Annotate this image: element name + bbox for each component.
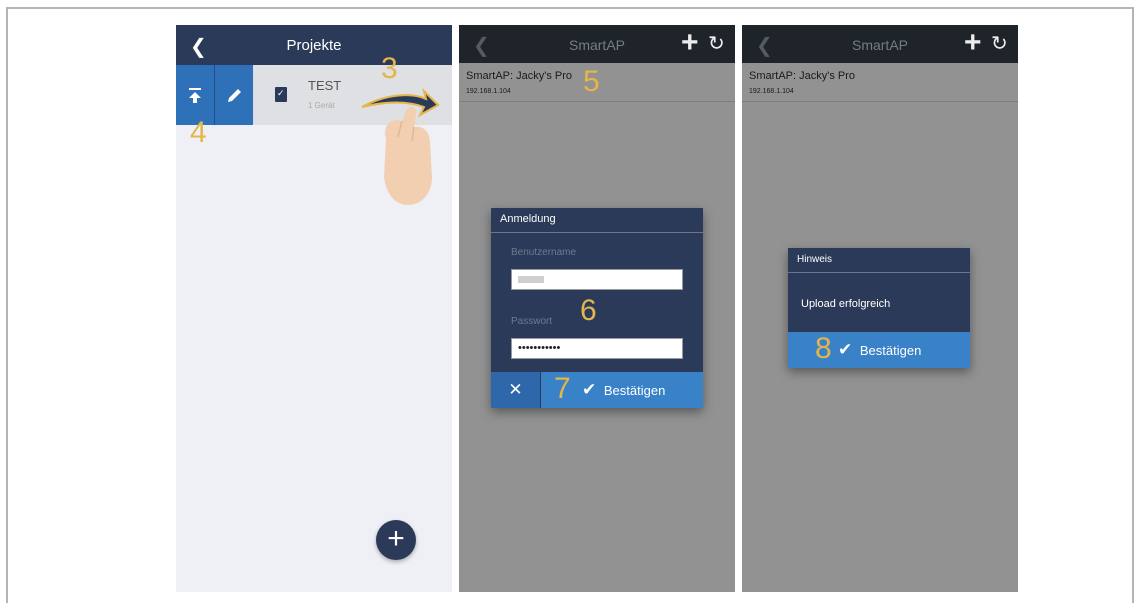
device-ip: 192.168.1.104 [466, 88, 511, 95]
refresh-icon[interactable]: ↻ [708, 31, 725, 56]
page-title: Projekte [286, 37, 342, 54]
step-number-8: 8 [815, 332, 832, 365]
device-name: SmartAP: Jacky's Pro [749, 70, 856, 82]
plus-icon[interactable]: + [681, 26, 699, 60]
step-number-5: 5 [583, 65, 600, 98]
hand-icon [384, 106, 432, 205]
device-name: SmartAP: Jacky's Pro [466, 70, 573, 82]
username-field[interactable] [511, 269, 683, 290]
username-label: Benutzername [511, 247, 577, 258]
confirm-label: Bestätigen [859, 343, 922, 358]
edit-icon [228, 89, 241, 102]
dialog-title-text: Anmeldung [500, 213, 556, 225]
smartap-header: ❮ SmartAP + ↻ [459, 25, 735, 63]
plus-icon[interactable]: + [964, 26, 982, 60]
step-number-7: 7 [554, 372, 571, 405]
check-icon: ✔ [582, 380, 597, 399]
project-subtitle: 1 Gerät [308, 101, 335, 110]
dialog-title: Anmeldung [491, 208, 703, 233]
close-icon: ✕ [508, 380, 523, 399]
login-dialog: Anmeldung Benutzername Passwort ••••••••… [491, 208, 703, 408]
step-number-4: 4 [190, 116, 207, 149]
refresh-icon[interactable]: ↻ [991, 31, 1008, 56]
swipe-arrow-icon [361, 87, 440, 118]
confirm-label: Bestätigen [603, 383, 666, 398]
swipe-gesture [361, 87, 440, 205]
project-name: TEST [308, 78, 342, 93]
dialog-title-text: Hinweis [797, 254, 833, 265]
device-list-item[interactable]: SmartAP: Jacky's Pro 192.168.1.104 [742, 63, 1018, 102]
phone-hint: ❮ SmartAP + ↻ SmartAP: Jacky's Pro 192.1… [742, 25, 1018, 592]
step-number-3: 3 [381, 52, 398, 85]
add-project-button[interactable]: + [376, 520, 416, 560]
edit-button[interactable] [215, 65, 253, 125]
phone-login: ❮ SmartAP + ↻ SmartAP: Jacky's Pro 192.1… [459, 25, 735, 592]
smartap-header: ❮ SmartAP + ↻ [742, 25, 1018, 63]
dialog-title: Hinweis [788, 248, 970, 273]
check-icon: ✔ [838, 340, 853, 359]
device-ip: 192.168.1.104 [749, 88, 794, 95]
projects-header: ❮ Projekte [176, 25, 452, 65]
plus-icon: + [387, 522, 405, 555]
password-label: Passwort [511, 316, 553, 327]
hint-message: Upload erfolgreich [801, 298, 891, 310]
password-field[interactable]: ••••••••••• [511, 338, 683, 359]
step-number-6: 6 [580, 294, 597, 327]
cancel-button[interactable]: ✕ [491, 372, 540, 408]
username-redacted [518, 276, 544, 283]
phone-projects: ❮ Projekte TEST 1 Gerät + [176, 25, 452, 592]
clipboard-icon [275, 87, 287, 102]
